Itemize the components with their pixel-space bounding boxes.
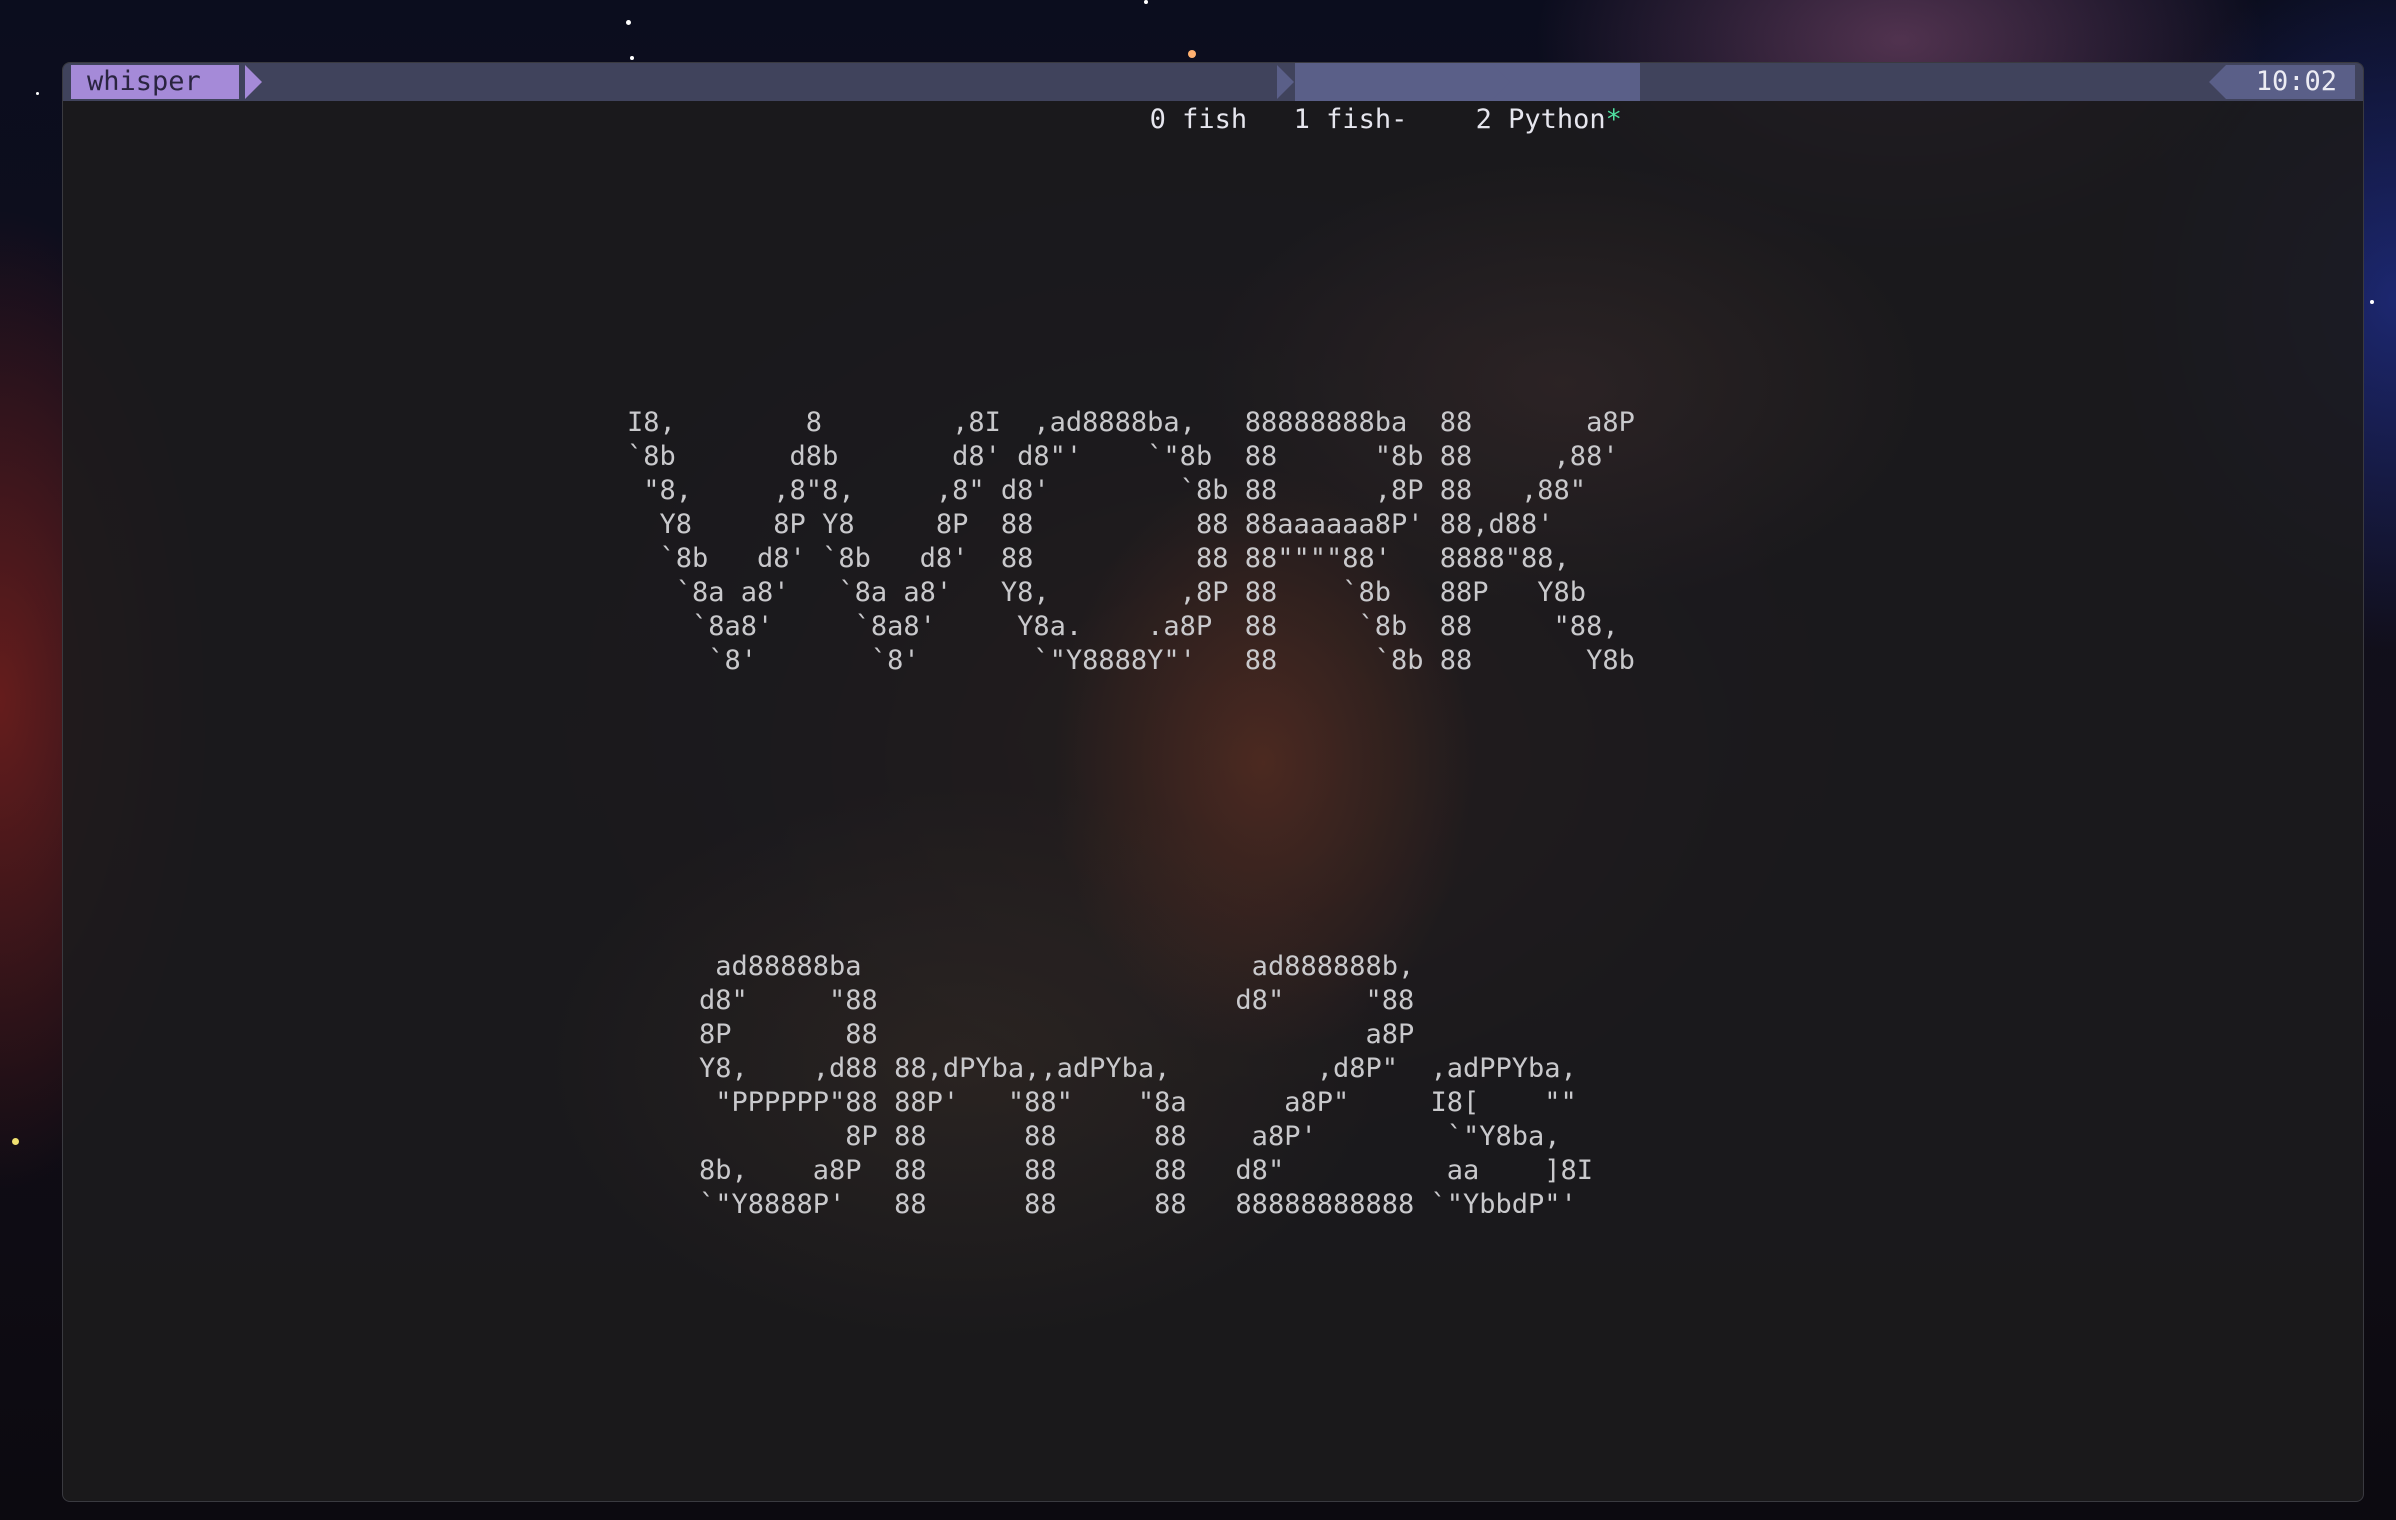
terminal-output: I8, 8 ,8I ,ad8888ba, 88888888ba 88 a8P `… — [63, 63, 2363, 1501]
ascii-art-line: "PPPPPP"88 88P' "88" "8a a8P" I8[ "" — [699, 1087, 1577, 1118]
ascii-art-line: `8a a8' `8a a8' Y8, ,8P 88 `8b 88P Y8b — [627, 577, 1587, 608]
star — [1144, 0, 1148, 4]
ascii-art-line: `8a8' `8a8' Y8a. .a8P 88 `8b 88 "88, — [627, 611, 1619, 642]
ascii-art-line: `8b d8' `8b d8' 88 88 88""""88' 8888"88, — [627, 543, 1570, 574]
ascii-art-line: "8, ,8"8, ,8" d8' `8b 88 ,8P 88 ,88" — [627, 475, 1587, 506]
star — [626, 20, 631, 25]
ascii-art-line: d8" "88 d8" "88 — [699, 985, 1415, 1016]
ascii-art-line: 8P 88 88 88 a8P' `"Y8ba, — [699, 1121, 1561, 1152]
desktop-wallpaper: whisper 0 fish 1 fish- 2 Python* 10:02 — [0, 0, 2396, 1520]
ascii-art-line: 8b, a8P 88 88 88 d8" aa ]8I — [699, 1155, 1594, 1186]
terminal-window[interactable]: whisper 0 fish 1 fish- 2 Python* 10:02 — [62, 62, 2364, 1502]
ascii-art-line: `"Y8888P' 88 88 88 88888888888 `"YbbdP"' — [699, 1189, 1577, 1220]
star — [630, 56, 634, 60]
ascii-art-line: Y8 8P Y8 8P 88 88 88aaaaaa8P' 88,d88' — [627, 509, 1554, 540]
ascii-art-line: Y8, ,d88 88,dPYba,,adPYba, ,d8P" ,adPPYb… — [699, 1053, 1577, 1084]
ascii-art-line: ad88888ba ad888888b, — [699, 951, 1415, 982]
ascii-art-line: I8, 8 ,8I ,ad8888ba, 88888888ba 88 a8P — [627, 407, 1635, 438]
star — [36, 92, 39, 95]
ascii-art-line: 8P 88 a8P — [699, 1019, 1415, 1050]
star — [1188, 50, 1196, 58]
ascii-art-line: `8' `8' `"Y8888Y"' 88 `8b 88 Y8b — [627, 645, 1635, 676]
star — [12, 1138, 19, 1145]
star — [2370, 300, 2374, 304]
ascii-art-line: `8b d8b d8' d8"' `"8b 88 "8b 88 ,88' — [627, 441, 1619, 472]
